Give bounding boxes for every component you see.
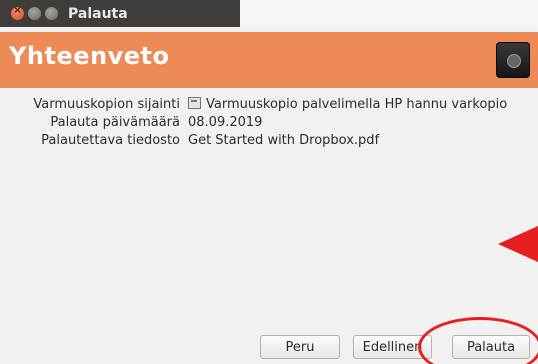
summary-banner: Yhteenveto <box>0 32 538 88</box>
cancel-button[interactable]: Peru <box>260 335 340 359</box>
restore-dialog: × Palauta Yhteenveto Varmuuskopion sijai… <box>0 0 538 364</box>
summary-row-date: Palauta päivämäärä 08.09.2019 <box>0 114 538 132</box>
window-title: Palauta <box>68 5 128 22</box>
summary-label: Palauta päivämäärä <box>50 115 180 130</box>
minimize-window-button[interactable] <box>28 7 41 20</box>
close-icon: × <box>13 5 22 16</box>
red-arrow-annotation <box>498 226 538 262</box>
maximize-window-button[interactable] <box>45 7 58 20</box>
summary-row-location: Varmuuskopion sijainti Varmuuskopio palv… <box>0 96 538 114</box>
safe-icon <box>496 42 530 78</box>
summary-value: 08.09.2019 <box>188 115 263 130</box>
title-bar[interactable]: × Palauta <box>0 0 240 27</box>
banner-title: Yhteenveto <box>9 42 170 70</box>
safe-dial-icon <box>507 54 521 68</box>
summary-list: Varmuuskopion sijainti Varmuuskopio palv… <box>0 96 538 150</box>
location-value: Varmuuskopio palvelimella HP hannu varko… <box>206 97 508 112</box>
summary-value: Get Started with Dropbox.pdf <box>188 133 380 148</box>
red-circle-annotation <box>418 317 538 364</box>
summary-label: Palautettava tiedosto <box>41 133 180 148</box>
summary-value: Varmuuskopio palvelimella HP hannu varko… <box>188 96 507 114</box>
drive-icon <box>188 97 201 109</box>
summary-label: Varmuuskopion sijainti <box>33 97 180 112</box>
close-window-button[interactable]: × <box>11 5 24 20</box>
title-bar-right-area <box>240 0 538 27</box>
summary-row-file: Palautettava tiedosto Get Started with D… <box>0 132 538 150</box>
